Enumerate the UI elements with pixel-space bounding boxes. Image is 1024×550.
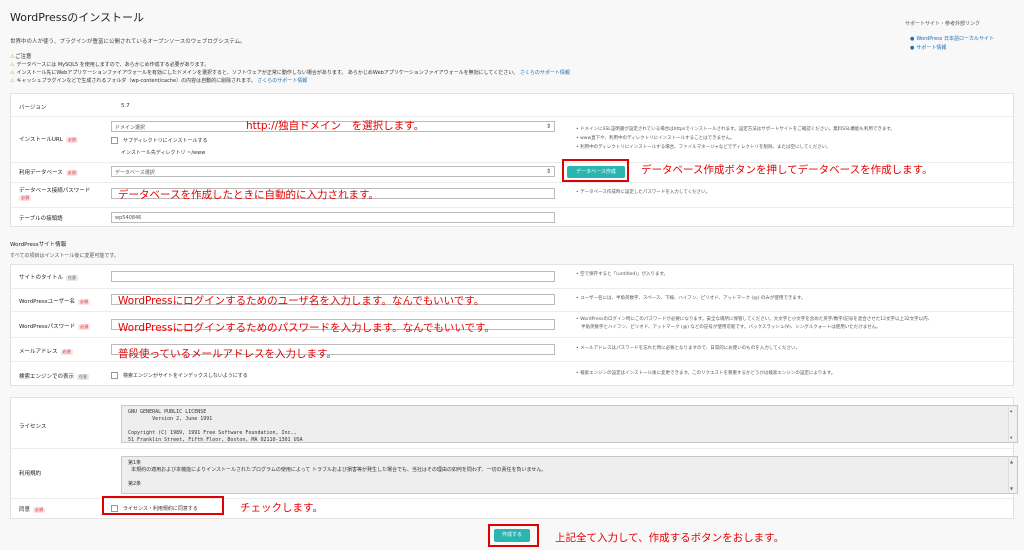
sidebar-title: サポートサイト・参考外部リンク (905, 21, 981, 27)
notice-item: ⚠ キャッシュプラグインなどで生成されるフォルダ（wp-content/cache… (10, 78, 308, 84)
password-label: WordPressパスワード 必須 (19, 324, 91, 330)
install-url-label: インストールURL 必須 (19, 137, 78, 143)
db-password-label: データベース接続パスワード (19, 188, 91, 194)
warning-icon: ⚠ (10, 70, 15, 76)
site-info-subheading: すべての項目はインストール後に変更可能です。 (10, 253, 119, 259)
page: WordPressのインストール 世界中の人が使う、プラグインが豊富に公開されて… (0, 0, 1024, 550)
install-url-row: インストールURL必須 ドメイン選択 サブディレクトリにインストールする インス… (11, 116, 1015, 162)
sidebar-link-wordpress-ja[interactable]: ● WordPress 日本語ローカルサイト (910, 35, 994, 42)
notice-item: ⚠ インストール先にWebアプリケーションファイアウォールを有効にしたドメインを選… (10, 70, 570, 76)
install-dir: インストール先ディレクトリ ~/www (121, 150, 206, 156)
notice-title: ⚠ご注意 (10, 54, 32, 60)
warning-icon: ⚠ (10, 62, 15, 68)
search-engine-row: 検索エンジンでの表示 任意 検索エンジンがサイトをインデックスしないようにする •… (11, 361, 1015, 387)
search-engine-checkbox[interactable] (111, 372, 118, 379)
database-label: 利用データベース 必須 (19, 170, 78, 176)
annotation-email: 普段使っているメールアドレスを入力します。 (118, 348, 337, 360)
annotation-agree: チェックします。 (240, 502, 323, 514)
notice-item: ⚠ データベースには MySQL5 を使用しますので、あらかじめ作成する必要があり… (10, 62, 210, 68)
license-label: ライセンス (19, 424, 47, 430)
support-link[interactable]: さくらのサポート情報 (520, 70, 570, 76)
help-email: • メールアドレスはパスワードを忘れた時に必要となりますので、日常的にお使いのも… (576, 346, 801, 351)
annotation-url: http://独自ドメイン を選択します。 (246, 120, 425, 132)
subdir-checkbox[interactable] (111, 137, 118, 144)
help-db-password: • データベース作成時に設定したパスワードを入力してください。 (576, 190, 711, 195)
terms-label: 利用規約 (19, 471, 42, 477)
version-label: バージョン (19, 105, 47, 111)
help-url-2: • www直下や、利用中のディレクトリにインストールすることはできません。 (576, 136, 735, 141)
annotation-db-password: データベースを作成したときに自動的に入力されます。 (118, 189, 379, 201)
help-site-title: • 空で保存すると「(untitled)」が入ります。 (576, 272, 669, 277)
annotation-password: WordPressにログインするためのパスワードを入力します。なんでもいいです。 (118, 322, 495, 334)
table-prefix-label: テーブルの接頭語 (19, 216, 63, 222)
warning-icon: ⚠ (10, 78, 15, 84)
license-textarea[interactable]: GNU GENERAL PUBLIC LICENSE Version 2, Ju… (121, 405, 1018, 443)
sidebar-link-support[interactable]: ● サポート情報 (910, 44, 946, 51)
terms-textarea[interactable]: 第1条 本規約の適用および本機能によりインストールされたプログラムの使用によって… (121, 456, 1018, 494)
agree-label: 同意 必須 (19, 507, 46, 513)
search-engine-label: 検索エンジンでの表示 任意 (19, 374, 90, 380)
annotation-box-agree (102, 496, 224, 515)
search-engine-check-label: 検索エンジンがサイトをインデックスしないようにする (123, 373, 248, 379)
page-title: WordPressのインストール (10, 11, 145, 24)
annotation-submit: 上記全て入力して、作成するボタンをおします。 (555, 532, 785, 544)
site-title-label: サイトのタイトル 任意 (19, 275, 79, 281)
terms-scrollbar[interactable] (1008, 458, 1016, 492)
subdir-label: サブディレクトリにインストールする (123, 138, 208, 144)
db-password-required: 必須 (19, 195, 31, 201)
site-title-input[interactable] (111, 271, 555, 282)
help-url-1: • ドメインにSSL証明書が設定されている場合はhttpsでインストールされます… (576, 127, 895, 132)
annotation-username: WordPressにログインするためのユーザ名を入力します。なんでもいいです。 (118, 295, 485, 307)
database-select[interactable]: データベース選択 (111, 166, 555, 177)
support-link[interactable]: さくらのサポート情報 (257, 78, 307, 84)
email-label: メールアドレス 必須 (19, 349, 73, 355)
help-url-3: • 利用中のディレクトリにインストールする場合、ファイルマネージャなどでディレク… (576, 145, 831, 150)
help-password-2: 半角英数字とハイフン、ピリオド、アットマーク (@) などの記号が使用可能です。… (581, 325, 881, 330)
help-username: • ユーザー名には、半角英数字、スペース、下線、ハイフン、ピリオド、アットマーク… (576, 296, 806, 301)
install-settings-panel: バージョン 5.7 インストールURL必須 ドメイン選択 サブディレクトリにイン… (10, 93, 1015, 228)
annotation-box-submit (488, 524, 539, 547)
help-search-engine: • 検索エンジンの設定はインストール後に変更できます。このリクエストを尊重するか… (576, 371, 836, 376)
version-value: 5.7 (121, 103, 130, 109)
table-prefix-input[interactable]: wp540846 (111, 212, 555, 223)
annotation-box-create-db (562, 159, 629, 182)
terms-row: 利用規約 第1条 本規約の適用および本機能によりインストールされたプログラムの使… (11, 448, 1018, 498)
username-label: WordPressユーザー名 必須 (19, 299, 91, 305)
table-prefix-row: テーブルの接頭語 wp540846 (11, 207, 1015, 228)
site-title-row: サイトのタイトル 任意 • 空で保存すると「(untitled)」が入ります。 (11, 265, 1015, 288)
annotation-create-db: データベース作成ボタンを押してデータベースを作成します。 (641, 164, 933, 176)
page-description: 世界中の人が使う、プラグインが豊富に公開されているオープンソースのウェブログシス… (10, 39, 246, 45)
site-info-heading: WordPressサイト情報 (10, 242, 67, 248)
license-scrollbar[interactable] (1008, 407, 1016, 441)
